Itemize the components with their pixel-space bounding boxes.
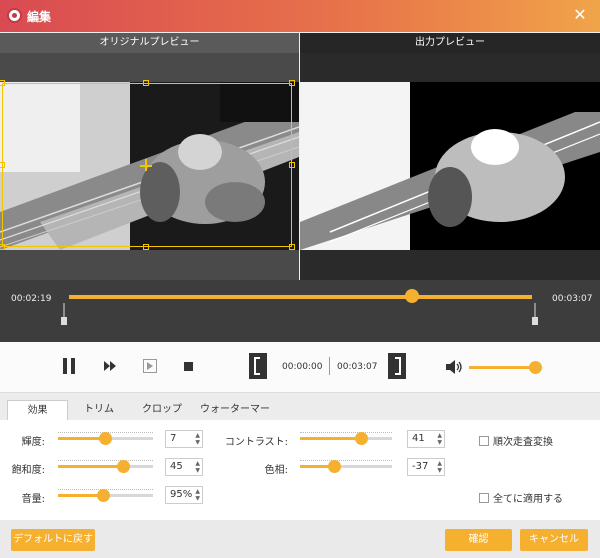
current-time: 00:00:00: [282, 362, 323, 372]
output-video-frame: [300, 82, 600, 250]
pause-icon[interactable]: [61, 357, 77, 375]
set-start-bracket-icon[interactable]: [249, 353, 267, 379]
output-preview-label: 出力プレビュー: [300, 33, 600, 53]
tab-trim[interactable]: トリム: [76, 400, 122, 420]
timeline-playhead[interactable]: [405, 289, 419, 303]
set-end-bracket-icon[interactable]: [388, 353, 406, 379]
hue-value: -37: [412, 461, 429, 472]
contrast-spinner[interactable]: 41 ▲ ▼: [407, 430, 445, 448]
next-frame-icon[interactable]: [143, 359, 157, 373]
deinterlace-label: 順次走査変換: [493, 437, 553, 448]
crop-handle[interactable]: [143, 80, 149, 86]
crop-handle[interactable]: [289, 244, 295, 250]
crop-handle[interactable]: [0, 80, 5, 86]
saturation-spinner[interactable]: 45 ▲ ▼: [165, 458, 203, 476]
saturation-slider[interactable]: [58, 460, 153, 474]
tab-watermark[interactable]: ウォーターマーク: [196, 400, 274, 435]
volume-slider[interactable]: [58, 489, 153, 503]
trim-start-time: 00:02:19: [11, 294, 52, 304]
crop-handle[interactable]: [0, 244, 5, 250]
timeline-panel: [0, 280, 600, 342]
crop-handle[interactable]: [143, 244, 149, 250]
speaker-icon[interactable]: [446, 359, 464, 375]
tab-crop[interactable]: クロップ: [139, 400, 185, 420]
fast-forward-icon[interactable]: [104, 361, 118, 371]
crop-handle[interactable]: [289, 162, 295, 168]
checkbox-box[interactable]: [479, 436, 489, 446]
trim-end-marker[interactable]: [532, 303, 538, 325]
total-time: 00:03:07: [337, 362, 378, 372]
volume-knob[interactable]: [529, 361, 542, 374]
cancel-button[interactable]: キャンセル: [520, 529, 588, 551]
spinner-arrows-icon[interactable]: ▲ ▼: [195, 488, 200, 502]
close-icon[interactable]: ✕: [571, 6, 589, 24]
confirm-button[interactable]: 確認: [445, 529, 512, 551]
brightness-label: 輝度:: [21, 437, 45, 448]
timeline-track[interactable]: [69, 295, 532, 299]
hue-slider[interactable]: [300, 460, 392, 474]
window-title: 編集: [27, 10, 52, 24]
apply-all-checkbox[interactable]: 全てに適用する: [479, 490, 563, 505]
volume-spinner[interactable]: 95% ▲ ▼: [165, 486, 203, 504]
original-preview-label: オリジナルプレビュー: [0, 33, 299, 53]
volume-value: 95%: [170, 489, 193, 500]
spinner-arrows-icon[interactable]: ▲ ▼: [437, 432, 442, 446]
volume-label: 音量:: [21, 494, 45, 505]
spinner-arrows-icon[interactable]: ▲ ▼: [195, 460, 200, 474]
crop-handle[interactable]: [289, 80, 295, 86]
contrast-value: 41: [412, 433, 425, 444]
saturation-label: 飽和度:: [11, 465, 45, 476]
brightness-spinner[interactable]: 7 ▲ ▼: [165, 430, 203, 448]
spinner-arrows-icon[interactable]: ▲ ▼: [195, 432, 200, 446]
stop-icon[interactable]: [184, 362, 194, 372]
reset-default-button[interactable]: デフォルトに戻す: [11, 529, 95, 551]
brightness-slider[interactable]: [58, 432, 153, 446]
trim-start-marker[interactable]: [61, 303, 67, 325]
title-bar: 編集 ✕: [0, 0, 600, 32]
deinterlace-checkbox[interactable]: 順次走査変換: [479, 433, 553, 448]
hue-label: 色相:: [264, 465, 288, 476]
trim-end-time: 00:03:07: [552, 294, 593, 304]
crop-center-mark: [145, 159, 147, 171]
crop-handle[interactable]: [0, 162, 5, 168]
contrast-slider[interactable]: [300, 432, 392, 446]
apply-all-label: 全てに適用する: [493, 494, 563, 505]
app-logo-icon: [7, 8, 22, 23]
checkbox-box[interactable]: [479, 493, 489, 503]
hue-spinner[interactable]: -37 ▲ ▼: [407, 458, 445, 476]
saturation-value: 45: [170, 461, 183, 472]
contrast-label: コントラスト:: [224, 437, 288, 448]
spinner-arrows-icon[interactable]: ▲ ▼: [437, 460, 442, 474]
time-divider: [329, 357, 330, 375]
brightness-value: 7: [170, 433, 177, 444]
tab-effects[interactable]: 効果: [7, 400, 68, 420]
